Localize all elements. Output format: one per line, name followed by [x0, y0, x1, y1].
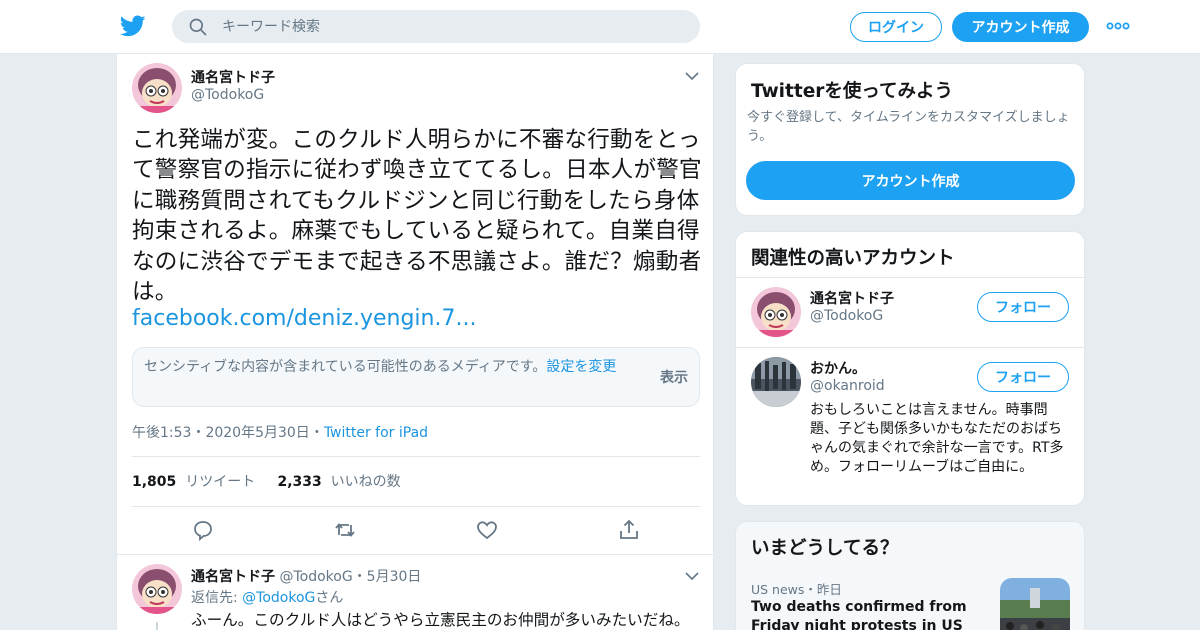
reply-icon[interactable]: [191, 518, 215, 542]
divider: [132, 456, 700, 457]
avatar-illustration: [132, 63, 182, 113]
share-icon[interactable]: [617, 518, 641, 542]
tweet-time[interactable]: 午後1:53: [132, 425, 191, 441]
tweet-source[interactable]: Twitter for iPad: [324, 425, 428, 441]
reply-author-avatar[interactable]: [132, 564, 182, 614]
related-account-handle[interactable]: @okanroid: [810, 378, 885, 394]
top-navigation-bar: ログイン アカウント作成: [0, 0, 1200, 54]
search-box: [172, 10, 700, 43]
news-photo: [1000, 578, 1070, 630]
tweet-link[interactable]: facebook.com/deniz.yengin.7...: [132, 306, 476, 331]
signup-button[interactable]: アカウント作成: [952, 12, 1089, 42]
like-heart-icon[interactable]: [475, 518, 499, 542]
retweet-stat[interactable]: 1,805 リツイート: [132, 474, 255, 490]
related-account-name[interactable]: 通名宮トド子: [810, 288, 894, 308]
related-account-name[interactable]: おかん。: [810, 358, 866, 378]
trend-thumbnail[interactable]: [1000, 578, 1070, 630]
tweet-stats: 1,805 リツイート 2,333 いいねの数: [132, 471, 401, 491]
signup-card-description: 今すぐ登録して、タイムラインをカスタマイズしましょう。: [747, 110, 1070, 144]
show-media-button[interactable]: 表示: [660, 367, 688, 387]
create-account-button[interactable]: アカウント作成: [746, 161, 1075, 200]
related-account-avatar[interactable]: [751, 287, 801, 337]
tweet-detail-column: 通名宮トド子 @TodokoG これ発端が変。このクルド人明らかに不審な行動をと…: [116, 54, 714, 630]
more-options-icon[interactable]: [1106, 18, 1130, 34]
chevron-down-icon[interactable]: [685, 71, 699, 81]
tweet-text: これ発端が変。このクルド人明らかに不審な行動をとって警察官の指示に従わず喚き立て…: [132, 127, 702, 306]
divider: [132, 506, 700, 507]
trend-meta: US news・昨日: [751, 582, 842, 597]
divider: [736, 347, 1084, 348]
tweet-date[interactable]: 2020年5月30日: [205, 425, 309, 441]
sensitive-notice-text: センシティブな内容が含まれている可能性のあるメディアです。設定を変更: [144, 359, 617, 375]
tweet-timestamp: 午後1:53・2020年5月30日・Twitter for iPad: [132, 425, 429, 441]
divider: [117, 554, 713, 555]
chevron-down-icon[interactable]: [685, 571, 699, 581]
search-input[interactable]: [222, 10, 682, 43]
change-settings-link[interactable]: 設定を変更: [546, 359, 616, 375]
replying-to-handle[interactable]: @TodokoG: [242, 590, 315, 606]
signup-card-title: Twitterを使ってみよう: [751, 81, 953, 102]
avatar-illustration: [751, 287, 801, 337]
trends-title: いまどうしてる？: [751, 538, 899, 559]
author-handle[interactable]: @TodokoG: [191, 87, 264, 103]
retweet-icon[interactable]: [333, 518, 357, 542]
reply-header: 通名宮トド子 @TodokoG・5月30日: [191, 569, 422, 585]
twitter-bird-icon[interactable]: [119, 13, 147, 39]
author-name[interactable]: 通名宮トド子: [191, 67, 275, 87]
related-account-avatar[interactable]: [751, 357, 801, 407]
signup-card: Twitterを使ってみよう 今すぐ登録して、タイムラインをカスタマイズしましょ…: [735, 63, 1085, 216]
author-avatar[interactable]: [132, 63, 182, 113]
reply-author-handle[interactable]: @TodokoG: [279, 569, 352, 585]
related-account-bio: おもしろいことは言えません。時事問題、子ども関係多いかもなただのおばちゃんの気ま…: [810, 402, 1064, 475]
search-icon: [189, 18, 207, 36]
related-account-handle[interactable]: @TodokoG: [810, 308, 883, 324]
trends-card: いまどうしてる？ US news・昨日 Two deaths confirmed…: [735, 521, 1085, 630]
follow-button[interactable]: フォロー: [977, 362, 1069, 392]
reply-text: ふーん。このクルド人はどうやら立憲民主のお仲間が多いみたいだね。プロ市民の仲間で…: [191, 611, 690, 629]
related-accounts-title: 関連性の高いアカウント: [751, 248, 955, 269]
reply-author-name[interactable]: 通名宮トド子: [191, 569, 275, 585]
avatar-photo: [751, 357, 801, 407]
avatar-illustration: [132, 564, 182, 614]
divider: [736, 277, 1084, 278]
related-accounts-card: 関連性の高いアカウント 通名宮トド子 @TodokoG フォロー おかん。 @o…: [735, 231, 1085, 506]
follow-button[interactable]: フォロー: [977, 292, 1069, 322]
trend-headline[interactable]: Two deaths confirmed from Friday night p…: [751, 598, 991, 630]
like-stat[interactable]: 2,333 いいねの数: [277, 474, 400, 490]
reply-date[interactable]: 5月30日: [367, 569, 422, 585]
sensitive-media-notice: センシティブな内容が含まれている可能性のあるメディアです。設定を変更 表示: [132, 347, 700, 407]
thread-line: [156, 622, 158, 630]
replying-to: 返信先: @TodokoGさん: [191, 590, 344, 606]
login-button[interactable]: ログイン: [850, 12, 942, 42]
